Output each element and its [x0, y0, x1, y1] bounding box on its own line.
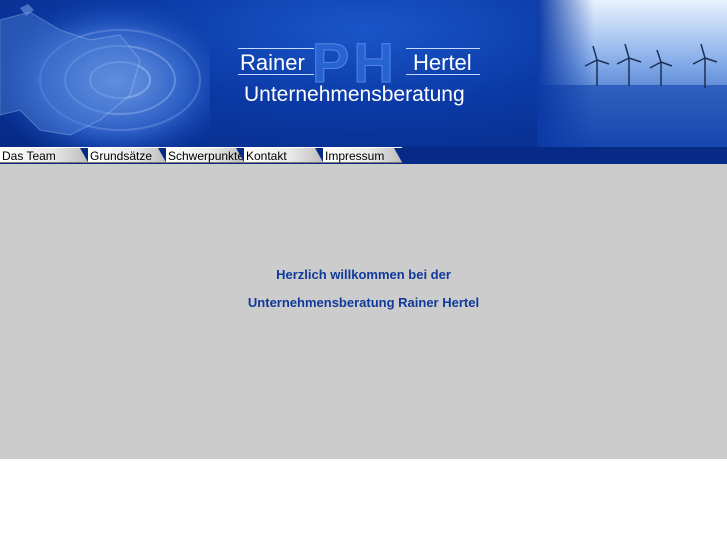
logo-first-name: Rainer [240, 50, 305, 75]
site-logo[interactable]: PH Rainer Hertel Unternehmensberatung [230, 30, 490, 120]
nav-tab-schwerpunkte[interactable]: Schwerpunkte [166, 147, 245, 164]
tab-notch [394, 148, 403, 164]
welcome-line-1: Herzlich willkommen bei der [276, 267, 451, 282]
nav-tab-label: Das Team [2, 149, 56, 163]
logo-subtitle: Unternehmensberatung [244, 83, 465, 106]
site-header: PH Rainer Hertel Unternehmensberatung [0, 0, 727, 147]
content-area: Herzlich willkommen bei der Unternehmens… [0, 164, 727, 459]
nav-tab-label: Schwerpunkte [168, 149, 245, 163]
welcome-line-2: Unternehmensberatung Rainer Hertel [247, 295, 480, 310]
nav-tab-label: Grundsätze [90, 149, 153, 163]
wind-turbine-image [537, 0, 727, 147]
main-navigation: Das Team Grundsätze Schwerpunkte Kontakt… [0, 147, 727, 164]
nav-tab-das-team[interactable]: Das Team [0, 147, 89, 164]
nav-tab-grundsaetze[interactable]: Grundsätze [88, 147, 167, 164]
nav-tab-kontakt[interactable]: Kontakt [244, 147, 324, 164]
nav-tab-label: Impressum [325, 149, 385, 163]
nav-tab-label: Kontakt [246, 149, 287, 163]
logo-rule-left [238, 48, 314, 49]
nav-tab-impressum[interactable]: Impressum [323, 147, 403, 164]
map-ripple-image [0, 0, 210, 147]
logo-last-name: Hertel [413, 50, 472, 75]
logo-rule-right [406, 48, 480, 49]
